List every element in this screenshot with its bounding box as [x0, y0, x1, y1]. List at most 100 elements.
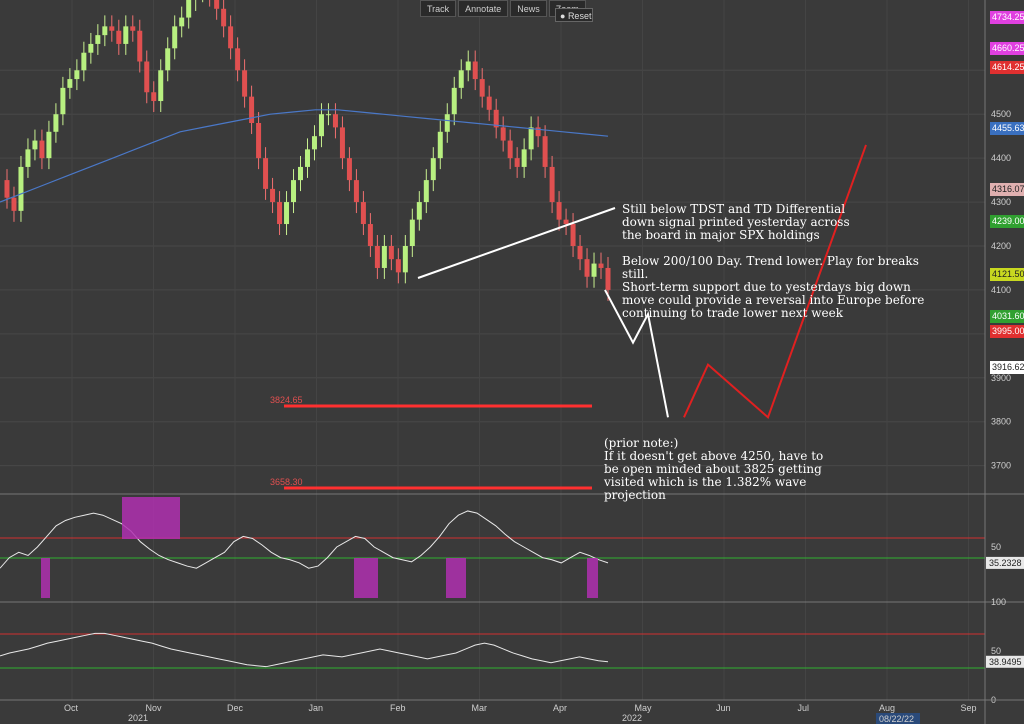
candle-body	[395, 259, 401, 273]
candle-body	[179, 17, 185, 27]
candle-body	[605, 267, 611, 290]
reset-button[interactable]: ● Reset	[555, 8, 593, 22]
candle-body	[130, 26, 136, 31]
month-label: Oct	[64, 703, 79, 713]
candle-body	[500, 127, 506, 141]
annotate-button[interactable]: Annotate	[458, 0, 509, 17]
candle-body	[270, 188, 276, 203]
candle-body	[346, 158, 352, 181]
candle-body	[451, 87, 457, 115]
candle-body	[507, 140, 513, 159]
price-tick-label: 3900	[991, 373, 1011, 383]
candle-body	[577, 246, 583, 260]
signal-highlight	[41, 558, 50, 598]
track-button[interactable]: Track	[420, 0, 457, 17]
price-tag: 4455.63	[990, 122, 1024, 135]
candle-body	[353, 180, 359, 203]
candle-body	[158, 70, 164, 102]
candle-body	[221, 8, 227, 27]
candle-body	[46, 131, 52, 159]
price-level-label: 3824.65	[270, 395, 303, 405]
year-label: 2021	[128, 713, 148, 723]
candle-body	[479, 79, 485, 97]
candle-body	[542, 136, 548, 167]
candle-body	[423, 180, 429, 203]
candle-body	[584, 259, 590, 277]
main-annotation-text: Still below TDST and TD Differential dow…	[622, 202, 925, 320]
candle-body	[367, 224, 373, 246]
price-tag: 4121.50	[990, 268, 1024, 281]
candle-body	[304, 149, 310, 167]
candle-body	[325, 114, 331, 116]
candle-body	[67, 79, 73, 88]
candle-body	[598, 263, 604, 268]
price-tag: 4031.60	[990, 310, 1024, 323]
price-tick-label: 4500	[991, 109, 1011, 119]
candle-body	[235, 48, 241, 71]
year-label: 2022	[622, 713, 642, 723]
candle-body	[298, 166, 304, 181]
price-tag: 3995.00	[990, 325, 1024, 338]
candle-body	[88, 43, 94, 53]
signal-highlight	[587, 558, 598, 598]
candle-body	[591, 263, 597, 277]
candle-body	[144, 61, 150, 93]
candle-body	[318, 114, 324, 137]
candle-body	[18, 166, 24, 211]
candle-body	[563, 219, 569, 225]
price-tick-label: 3700	[991, 461, 1011, 471]
prior-annotation-text: (prior note:) If it doesn't get above 42…	[604, 436, 824, 502]
month-label: Jun	[716, 703, 731, 713]
indicator-tick-label: 50	[991, 542, 1001, 552]
price-level-label: 3658.30	[270, 477, 303, 487]
month-label: Jul	[798, 703, 810, 713]
price-tick-label: 4400	[991, 153, 1011, 163]
month-label: Nov	[146, 703, 163, 713]
candle-body	[172, 26, 178, 49]
candle-body	[263, 158, 269, 189]
indicator-tick-label: 50	[991, 646, 1001, 656]
candle-body	[53, 114, 59, 132]
candle-body	[32, 140, 38, 150]
candle-body	[256, 123, 262, 159]
candle-body	[95, 35, 101, 44]
month-label: Mar	[472, 703, 488, 713]
candle-body	[123, 26, 129, 44]
price-tick-label: 4100	[991, 285, 1011, 295]
candle-body	[360, 202, 366, 225]
candle-body	[472, 61, 478, 80]
candle-body	[430, 158, 436, 181]
signal-highlight	[354, 558, 378, 598]
month-label: Apr	[553, 703, 567, 713]
reset-icon: ●	[560, 11, 568, 21]
news-button[interactable]: News	[510, 0, 547, 17]
signal-highlight	[446, 558, 466, 598]
candle-body	[102, 26, 108, 36]
signal-highlight	[122, 497, 180, 539]
price-tag: 4316.07	[990, 183, 1024, 196]
candle-body	[109, 26, 115, 31]
candle-body	[332, 114, 338, 128]
price-tick-label: 3800	[991, 417, 1011, 427]
reset-label: Reset	[567, 11, 592, 21]
candle-body	[381, 246, 387, 268]
month-label: Dec	[227, 703, 244, 713]
candle-body	[165, 48, 171, 71]
candle-body	[437, 131, 443, 159]
chart-canvas[interactable]: 3824.653658.30 5035.2328 10050038.9495 4…	[0, 0, 1024, 724]
candle-body	[11, 197, 17, 211]
candle-body	[81, 52, 87, 71]
candle-body	[39, 140, 45, 159]
candle-body	[25, 149, 31, 167]
month-label: Jan	[309, 703, 324, 713]
candle-body	[186, 0, 192, 18]
candle-body	[416, 202, 422, 220]
price-tag: 4660.25	[990, 42, 1024, 55]
candle-body	[4, 180, 10, 198]
candle-body	[277, 202, 283, 225]
price-tag: 4734.25	[990, 11, 1024, 24]
candle-body	[228, 26, 234, 49]
candle-body	[74, 70, 80, 80]
candle-body	[311, 136, 317, 150]
month-label: Feb	[390, 703, 406, 713]
